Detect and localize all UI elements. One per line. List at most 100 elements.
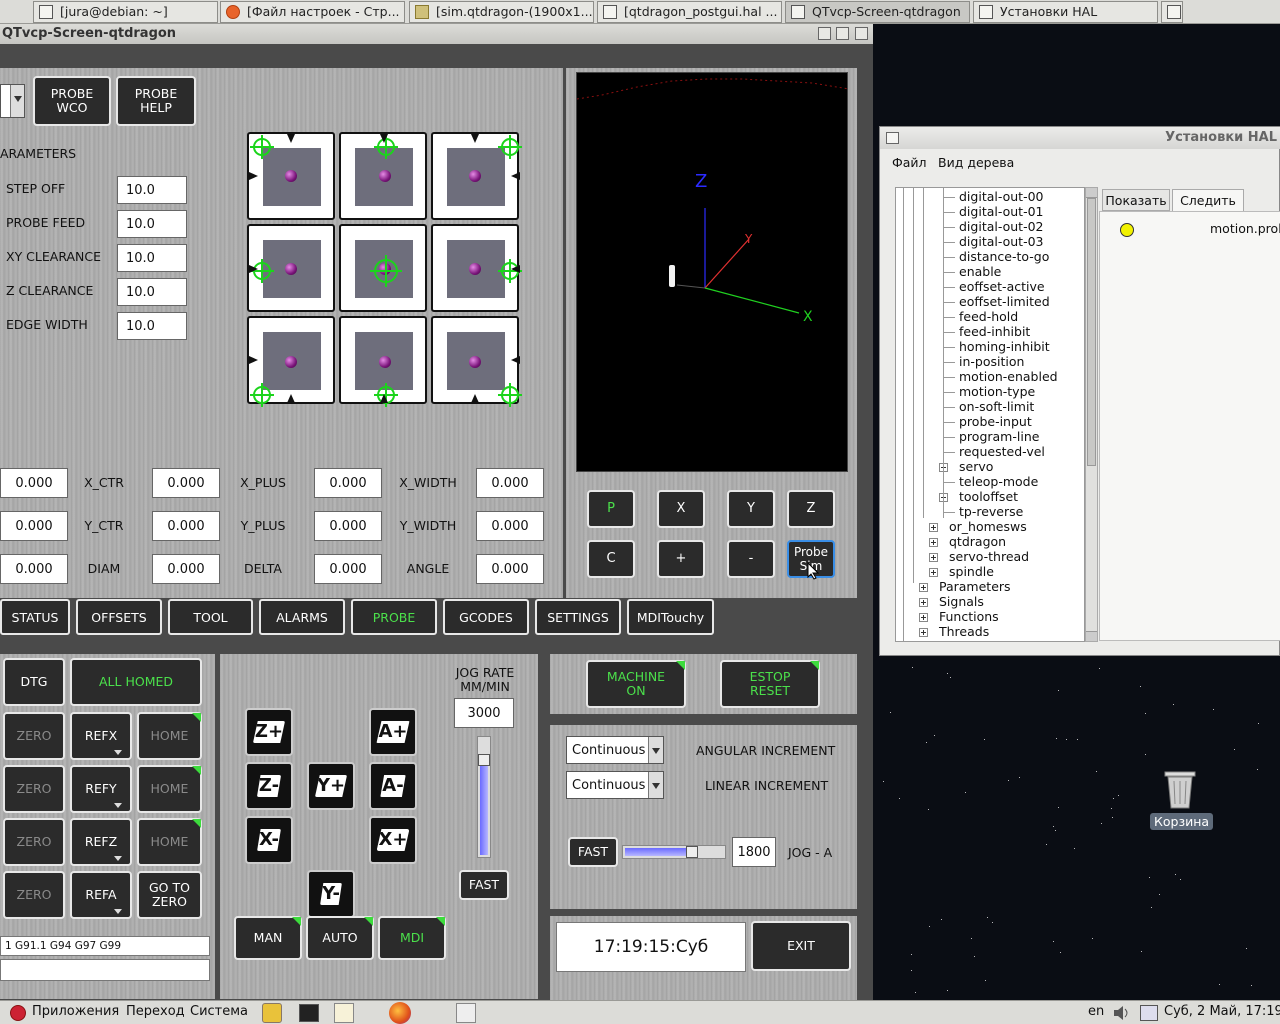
tree-item[interactable]: digital-out-00 bbox=[959, 189, 1043, 204]
network-icon[interactable] bbox=[1140, 1005, 1158, 1021]
mode-mdi-button[interactable]: MDI bbox=[378, 916, 446, 960]
menu-applications[interactable]: Приложения bbox=[32, 1004, 119, 1019]
jog-a-field[interactable]: 1800 bbox=[732, 837, 776, 867]
terminal-launcher-icon[interactable] bbox=[299, 1004, 319, 1022]
minimize-button[interactable] bbox=[818, 27, 831, 40]
ref-button[interactable]: REFY bbox=[70, 765, 132, 813]
editor-launcher-icon[interactable] bbox=[334, 1003, 354, 1023]
probe-option-1[interactable] bbox=[339, 132, 427, 220]
tree-item[interactable]: tooloffset bbox=[959, 489, 1018, 504]
ref-button[interactable]: REFA bbox=[70, 871, 132, 919]
window-menu-button[interactable] bbox=[886, 132, 899, 144]
tree-item[interactable]: on-soft-limit bbox=[959, 399, 1034, 414]
tab-probe[interactable]: PROBE bbox=[351, 599, 437, 635]
firefox-launcher-icon[interactable] bbox=[389, 1002, 411, 1024]
zero-button[interactable]: ZERO bbox=[3, 765, 65, 813]
tab-offsets[interactable]: OFFSETS bbox=[76, 599, 162, 635]
tree-item[interactable]: digital-out-03 bbox=[959, 234, 1043, 249]
tree-item[interactable]: eoffset-limited bbox=[959, 294, 1050, 309]
jog-x-plus-button[interactable]: X+ bbox=[369, 816, 417, 864]
expand-icon[interactable] bbox=[929, 523, 938, 532]
expand-icon[interactable] bbox=[929, 553, 938, 562]
home-button[interactable]: HOME bbox=[137, 712, 202, 760]
tree-item[interactable]: motion-type bbox=[959, 384, 1035, 399]
view-button-1[interactable]: X bbox=[657, 490, 705, 528]
task-filemanager[interactable]: [sim.qtdragon-(1900x1... bbox=[409, 1, 594, 23]
ref-button[interactable]: REFX bbox=[70, 712, 132, 760]
expand-icon[interactable] bbox=[919, 628, 928, 637]
jog-a-slider[interactable] bbox=[622, 845, 726, 859]
angular-increment-combo[interactable]: Continuous bbox=[566, 736, 664, 764]
home-button[interactable]: HOME bbox=[137, 818, 202, 866]
tree-item[interactable]: enable bbox=[959, 264, 1001, 279]
tree-item[interactable]: eoffset-active bbox=[959, 279, 1045, 294]
expand-icon[interactable] bbox=[919, 613, 928, 622]
jog-rate-slider[interactable] bbox=[477, 736, 491, 858]
param-field[interactable]: 10.0 bbox=[117, 176, 187, 204]
tab-mditouchy[interactable]: MDITouchy bbox=[627, 599, 714, 635]
tree-item[interactable]: motion-enabled bbox=[959, 369, 1058, 384]
probe-option-2[interactable] bbox=[431, 132, 522, 220]
probe-option-0[interactable] bbox=[247, 132, 335, 220]
estop-reset-button[interactable]: ESTOP RESET bbox=[720, 660, 820, 708]
jog-a-plus-button[interactable]: A+ bbox=[369, 708, 417, 756]
jog-rate-field[interactable]: 3000 bbox=[454, 698, 514, 728]
all-homed-button[interactable]: ALL HOMED bbox=[70, 658, 202, 706]
ref-button[interactable]: REFZ bbox=[70, 818, 132, 866]
tab-show[interactable]: Показать bbox=[1102, 189, 1170, 211]
expand-icon[interactable] bbox=[929, 538, 938, 547]
jog-a-fast-button[interactable]: FAST bbox=[568, 837, 618, 867]
exit-button[interactable]: EXIT bbox=[751, 921, 851, 971]
tree-item[interactable]: program-line bbox=[959, 429, 1039, 444]
param-field[interactable]: 10.0 bbox=[117, 244, 187, 272]
tree-item[interactable]: or_homesws bbox=[949, 519, 1027, 534]
probe-option-8[interactable] bbox=[431, 316, 522, 407]
tab-gcodes[interactable]: GCODES bbox=[443, 599, 529, 635]
jog-fast-button[interactable]: FAST bbox=[459, 870, 509, 900]
menu-tree-view[interactable]: Вид дерева bbox=[938, 155, 1014, 170]
menu-system[interactable]: Система bbox=[190, 1004, 248, 1019]
home-button[interactable]: GO TO ZERO bbox=[137, 871, 202, 919]
jog-rate-handle[interactable] bbox=[478, 754, 490, 766]
zero-button[interactable]: ZERO bbox=[3, 818, 65, 866]
tree-item[interactable]: distance-to-go bbox=[959, 249, 1049, 264]
tree-item[interactable]: servo-thread bbox=[949, 549, 1029, 564]
param-field[interactable]: 10.0 bbox=[117, 312, 187, 340]
probe-option-6[interactable] bbox=[247, 316, 335, 407]
probe-option-4[interactable] bbox=[339, 224, 427, 312]
gcode-3d-view[interactable]: Z Y X bbox=[576, 72, 849, 472]
mode-man-button[interactable]: MAN bbox=[234, 916, 302, 960]
tree-item[interactable]: teleop-mode bbox=[959, 474, 1038, 489]
scrollbar-thumb[interactable] bbox=[1087, 198, 1096, 466]
tree-item[interactable]: servo bbox=[959, 459, 993, 474]
linear-increment-combo[interactable]: Continuous bbox=[566, 771, 664, 799]
tab-alarms[interactable]: ALARMS bbox=[259, 599, 345, 635]
view-button-2[interactable]: Y bbox=[727, 490, 775, 528]
tab-status[interactable]: STATUS bbox=[0, 599, 70, 635]
task-hal[interactable]: Установки HAL bbox=[973, 1, 1158, 23]
maximize-button[interactable] bbox=[836, 27, 849, 40]
jog-a-handle[interactable] bbox=[686, 846, 698, 858]
probe-option-3[interactable] bbox=[247, 224, 335, 312]
view-button-5[interactable]: + bbox=[657, 540, 705, 578]
close-button[interactable] bbox=[855, 27, 868, 40]
menu-places[interactable]: Переход bbox=[126, 1004, 185, 1019]
hal-tree[interactable]: digital-out-00 digital-out-01 digital-out-… bbox=[895, 187, 1085, 642]
linuxcnc-launcher-icon[interactable] bbox=[262, 1003, 282, 1023]
tree-item[interactable]: Parameters bbox=[939, 579, 1011, 594]
jog-z-minus-button[interactable]: Z- bbox=[245, 762, 293, 810]
tree-item[interactable]: Signals bbox=[939, 594, 984, 609]
task-qtdragon[interactable]: QTvcp-Screen-qtdragon bbox=[785, 1, 970, 23]
probe-help-button[interactable]: PROBE HELP bbox=[116, 76, 196, 126]
clock[interactable]: Суб, 2 Май, 17:19 bbox=[1164, 1004, 1280, 1019]
tab-settings[interactable]: SETTINGS bbox=[535, 599, 621, 635]
zero-button[interactable]: ZERO bbox=[3, 871, 65, 919]
tree-item[interactable]: probe-input bbox=[959, 414, 1032, 429]
keyboard-layout[interactable]: en bbox=[1088, 1004, 1104, 1019]
tree-item[interactable]: tp-reverse bbox=[959, 504, 1023, 519]
tree-item[interactable]: homing-inhibit bbox=[959, 339, 1050, 354]
tree-item[interactable]: feed-inhibit bbox=[959, 324, 1030, 339]
trash-icon[interactable] bbox=[1160, 768, 1200, 810]
expand-icon[interactable] bbox=[929, 568, 938, 577]
param-field[interactable]: 10.0 bbox=[117, 210, 187, 238]
